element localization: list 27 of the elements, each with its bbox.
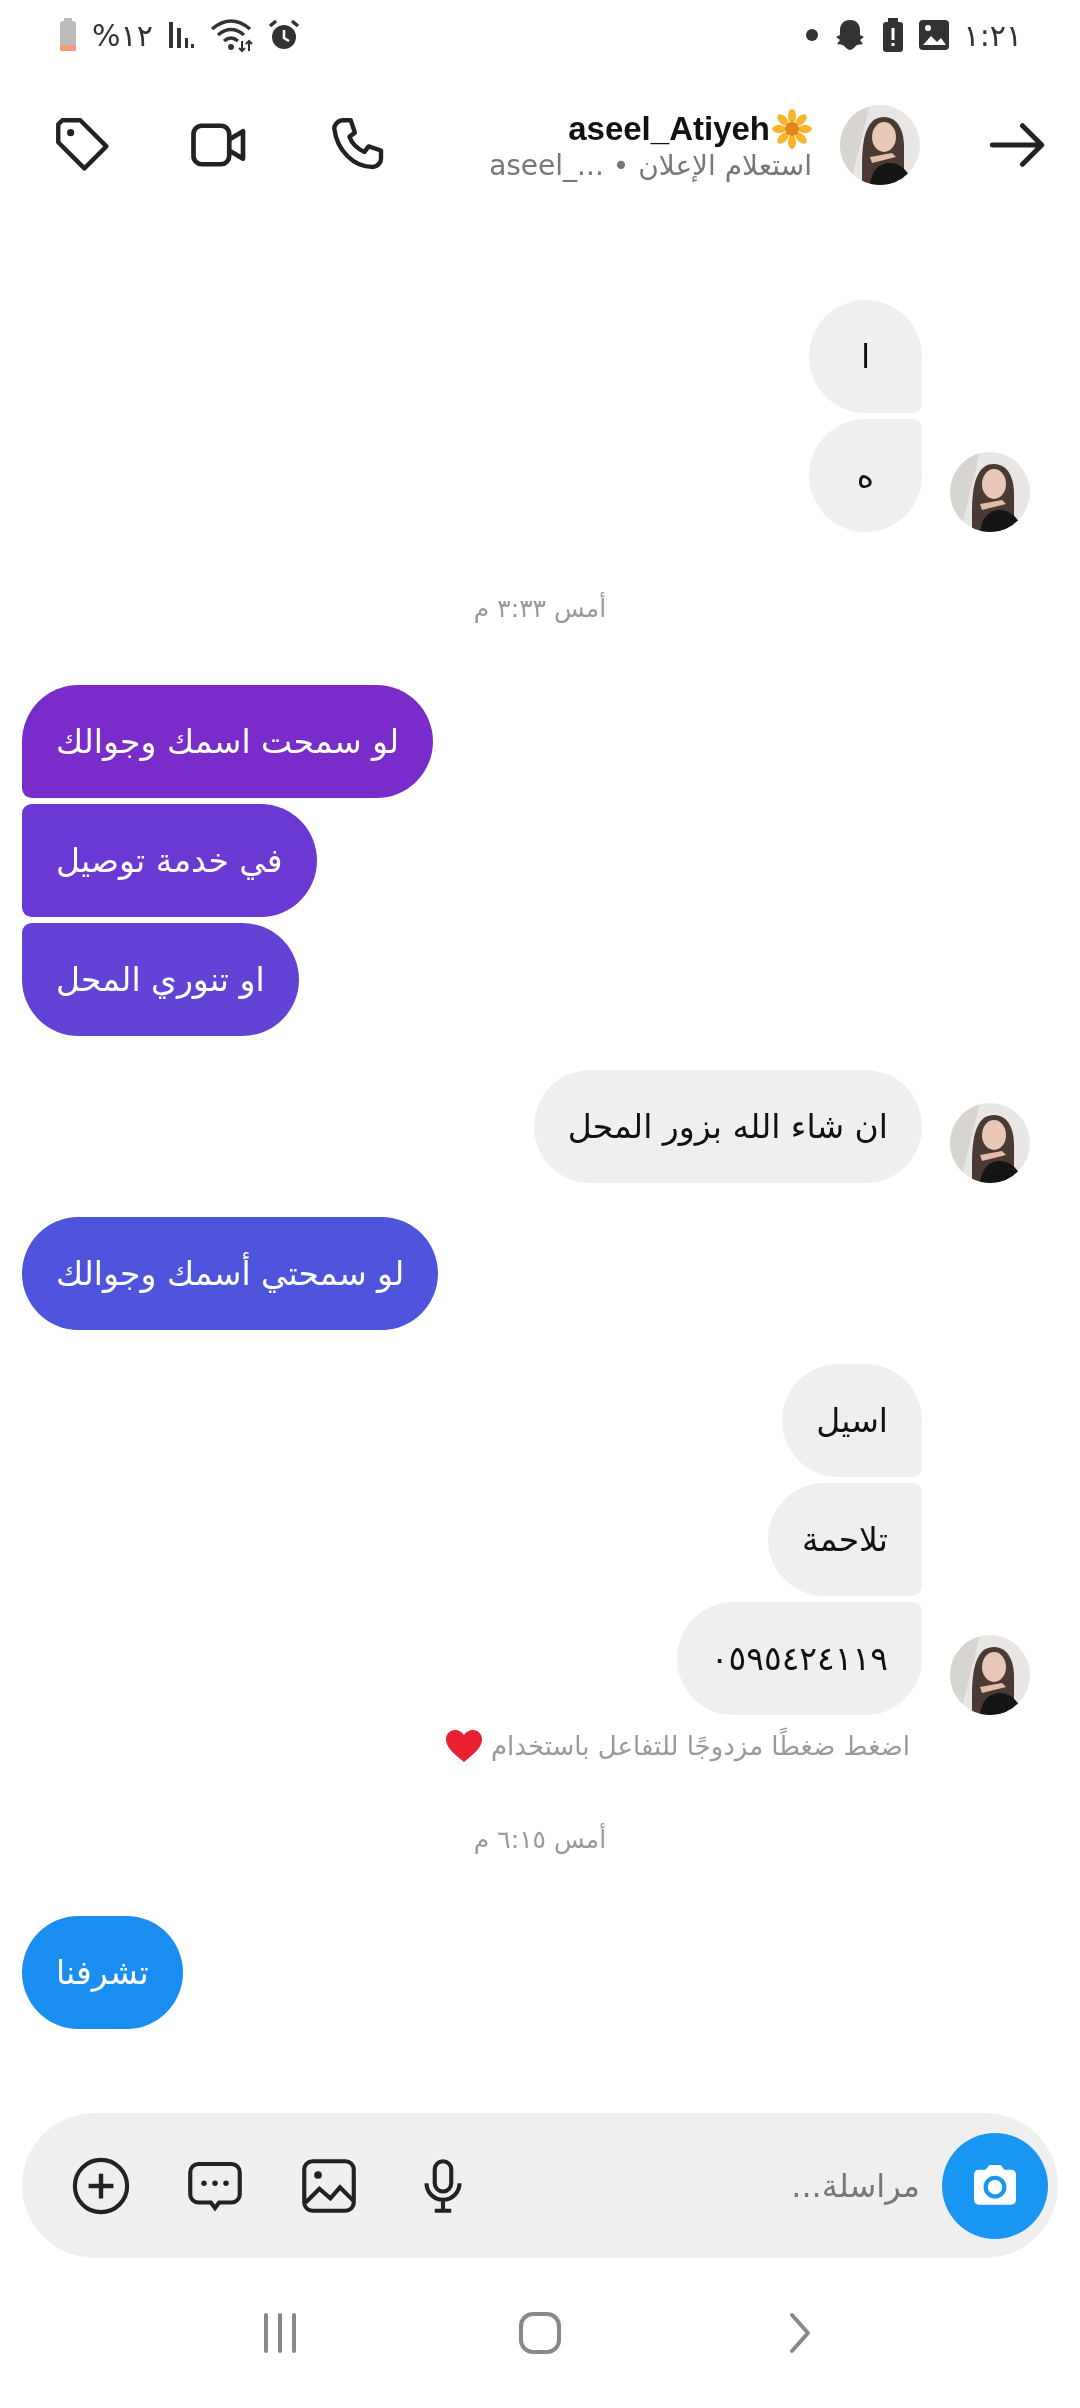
message-bubble[interactable]: لو سمحتي أسمك وجوالك [22,1217,439,1330]
battery-icon [58,18,78,52]
message-bubble[interactable]: ان شاء الله بزور المحل [533,1070,922,1183]
signal-icon [166,20,195,50]
message-bubble[interactable]: ٠٥٩٥٤٢٤١١٩ [676,1602,922,1715]
battery-percent: %١٢ [92,17,153,53]
message-bubble[interactable]: في خدمة توصيل [22,804,317,917]
message-bubble[interactable]: او تنوري المحل [22,923,299,1036]
flower-icon [772,108,812,149]
heart-icon [444,1729,483,1763]
contact-name: aseel_Atiyeh [568,109,770,148]
message-bubble[interactable]: لو سمحت اسمك وجوالك [22,685,434,798]
alert-icon [881,18,904,52]
dot-icon [805,29,818,41]
message-input[interactable]: مراسلة... [496,2165,922,2206]
alarm-icon [266,18,301,52]
image-icon [917,19,950,51]
home-button[interactable] [518,2311,562,2355]
message-bubble[interactable]: ه [809,419,922,532]
wifi-icon [208,17,253,53]
message-bubble[interactable]: ا [809,300,922,413]
date-separator: أمس ٦:١٥ م [473,1825,607,1854]
date-separator: أمس ٣:٣٣ م [473,594,607,623]
contact-subtitle: aseel_... • استعلام الإعلان [489,148,812,182]
clock-time: ١:٢١ [963,17,1022,53]
message-bubble[interactable]: تلاحمة [767,1483,922,1596]
message-bubble[interactable]: اسيل [782,1364,922,1477]
